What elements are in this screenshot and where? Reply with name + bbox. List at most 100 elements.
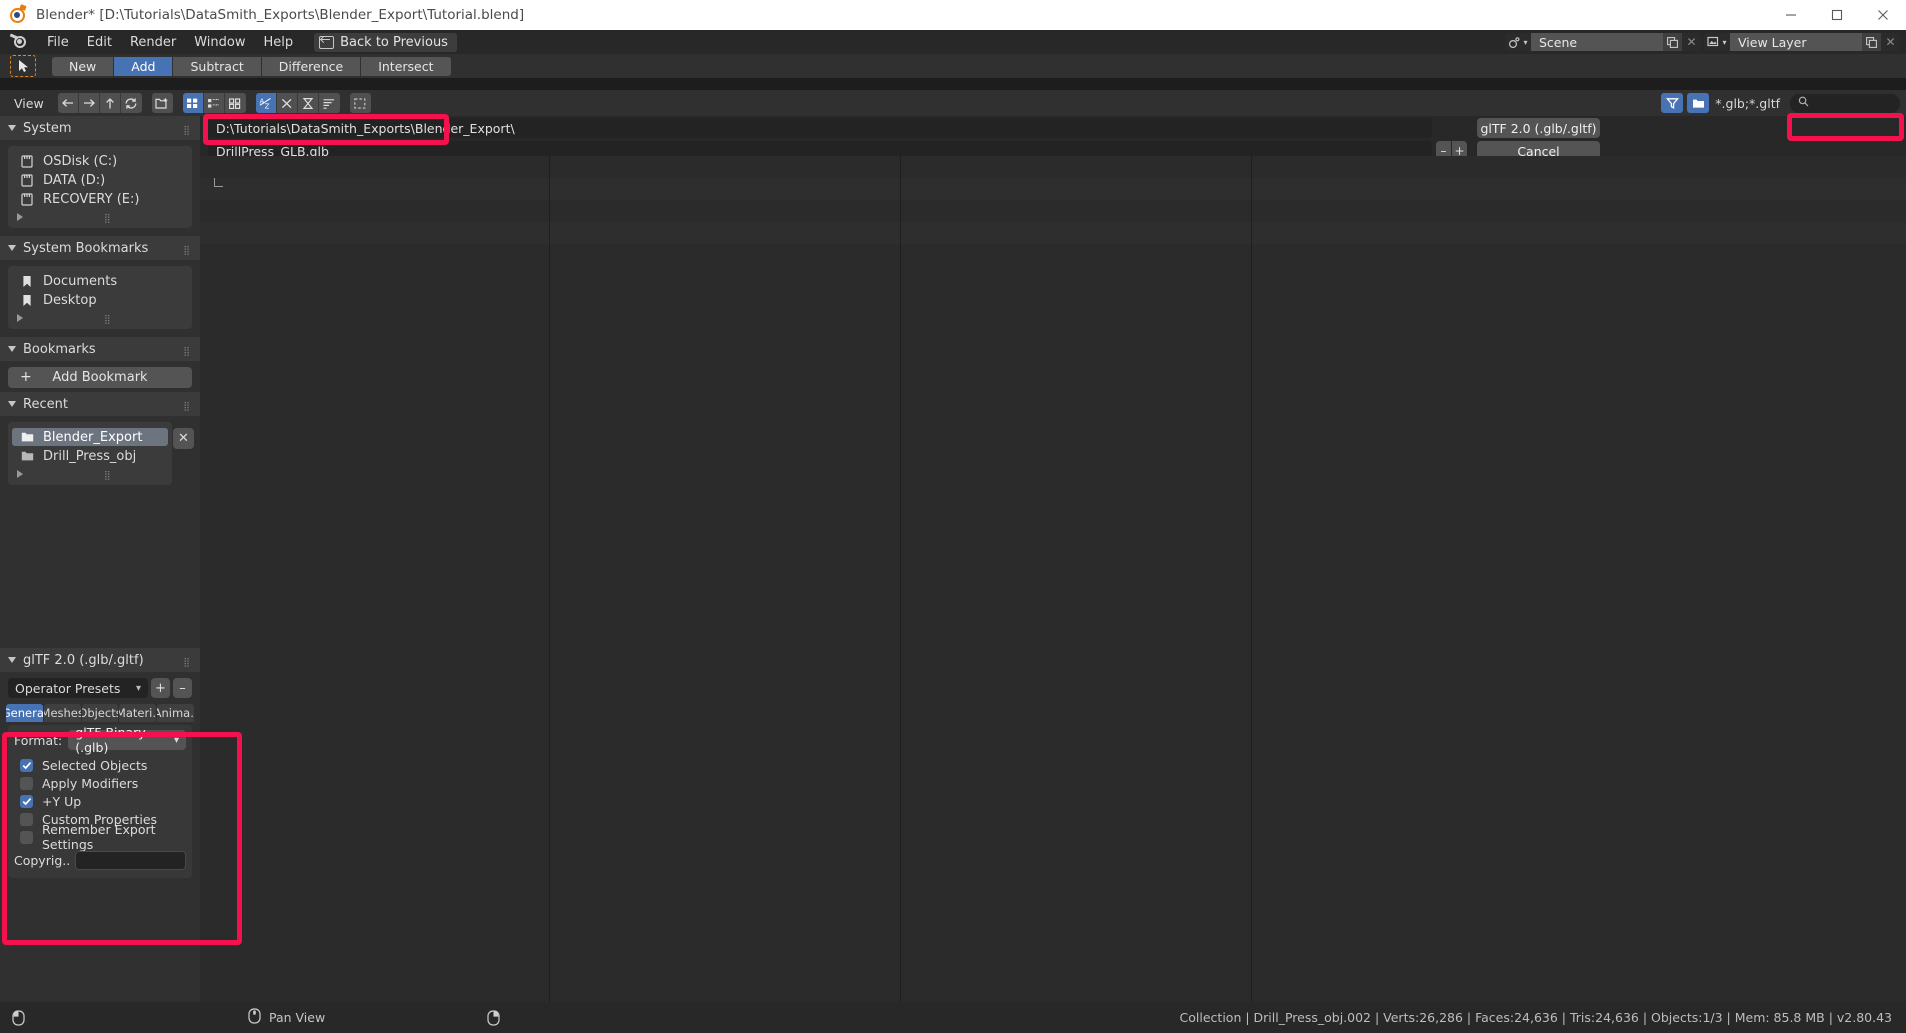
execute-export-button[interactable]: glTF 2.0 (.glb/.gltf)	[1477, 118, 1600, 138]
mouse-middle-icon	[248, 1007, 261, 1028]
view-layer-icon[interactable]: ▾	[1704, 33, 1730, 51]
filter-folders-icon[interactable]	[1687, 93, 1710, 113]
view-layer-name-field[interactable]: View Layer	[1730, 33, 1862, 51]
maximize-icon[interactable]	[1814, 0, 1860, 30]
scene-duplicate-icon[interactable]	[1663, 33, 1682, 51]
option-plus-y-up[interactable]: +Y Up	[8, 792, 192, 810]
sort-size-icon[interactable]	[318, 93, 340, 113]
display-thumbnails-icon[interactable]	[224, 93, 246, 113]
checkbox-apply-modifiers[interactable]	[20, 776, 33, 790]
system-item-recovery[interactable]: RECOVERY (E:)	[12, 190, 188, 208]
back-to-previous-button[interactable]: Back to Previous	[314, 32, 457, 52]
option-label: +Y Up	[42, 793, 82, 809]
view-layer-selector[interactable]: ▾ View Layer ✕	[1704, 33, 1900, 51]
mode-difference[interactable]: Difference	[261, 56, 362, 76]
select-cursor-tool[interactable]	[10, 55, 36, 77]
display-horizontal-list-icon[interactable]	[203, 93, 225, 113]
view-menu[interactable]: View	[14, 96, 44, 111]
system-item-osdisk[interactable]: OSDisk (C:)	[12, 152, 188, 170]
scene-unlink-icon[interactable]: ✕	[1682, 33, 1701, 51]
file-list[interactable]	[200, 156, 1906, 1002]
sort-time-icon[interactable]	[297, 93, 319, 113]
view-layer-remove-icon[interactable]: ✕	[1881, 33, 1900, 51]
checkbox-custom-properties[interactable]	[20, 812, 33, 826]
new-folder-icon[interactable]	[151, 93, 173, 113]
mode-add[interactable]: Add	[114, 56, 174, 76]
parent-directory-icon[interactable]	[99, 93, 121, 113]
drive-icon	[20, 154, 34, 168]
recent-panel-resize[interactable]: ⣿	[8, 466, 172, 482]
format-row: Format: glTF Binary (.glb) ▾	[14, 725, 186, 755]
recent-item-drill-press-obj[interactable]: Drill_Press_obj	[12, 447, 168, 465]
bookmarks-panel-title: Bookmarks	[23, 341, 96, 357]
bookmark-icon	[20, 274, 34, 288]
file-list-corner-marker	[214, 178, 223, 187]
system-bookmarks-panel-header[interactable]: System Bookmarks ⣿	[0, 236, 200, 260]
bookmark-item-documents[interactable]: Documents	[12, 272, 188, 290]
create-directory-group[interactable]	[151, 93, 173, 113]
filter-funnel-icon[interactable]	[1661, 93, 1684, 113]
system-panel-header[interactable]: System ⣿	[0, 116, 200, 140]
scene-selector[interactable]: ▾ Scene ✕	[1505, 33, 1701, 51]
recent-item-blender-export[interactable]: Blender_Export	[12, 428, 168, 446]
add-bookmark-button[interactable]: + Add Bookmark	[8, 367, 192, 388]
menu-render[interactable]: Render	[121, 33, 185, 52]
tab-objects[interactable]: Objects	[81, 704, 119, 722]
display-mode-group[interactable]	[182, 93, 246, 113]
option-remember-export-settings[interactable]: Remember Export Settings	[8, 822, 192, 852]
format-select[interactable]: glTF Binary (.glb) ▾	[68, 725, 186, 755]
clear-recent-button[interactable]: ✕	[173, 428, 194, 449]
scene-icon[interactable]: ▾	[1505, 33, 1531, 51]
sort-group[interactable]: AZ	[255, 93, 340, 113]
scene-name-field[interactable]: Scene	[1531, 33, 1663, 51]
menu-window[interactable]: Window	[185, 33, 254, 52]
copyright-input[interactable]	[75, 850, 186, 870]
refresh-icon[interactable]	[120, 93, 142, 113]
recent-panel-header[interactable]: Recent ⣿	[0, 392, 200, 416]
checkbox-plus-y-up[interactable]	[20, 794, 33, 808]
boolean-mode-group[interactable]: New Add Subtract Difference Intersect	[52, 56, 451, 76]
bookmarks-panel-header[interactable]: Bookmarks ⣿	[0, 337, 200, 361]
sort-extension-icon[interactable]	[276, 93, 298, 113]
tab-materials[interactable]: Materi..	[119, 704, 157, 722]
menu-file[interactable]: File	[38, 33, 78, 52]
grip-icon: ⣿	[183, 126, 191, 136]
tab-animation[interactable]: Anima..	[157, 704, 194, 722]
system-panel-resize[interactable]: ⣿	[8, 209, 192, 225]
pan-view-hint: Pan View	[248, 1007, 325, 1028]
gltf-panel-title: glTF 2.0 (.glb/.gltf)	[23, 652, 144, 668]
bookmark-item-desktop[interactable]: Desktop	[12, 291, 188, 309]
system-item-data[interactable]: DATA (D:)	[12, 171, 188, 189]
minimize-icon[interactable]	[1768, 0, 1814, 30]
operator-presets-row: Operator Presets ▾ + –	[8, 678, 192, 698]
back-icon[interactable]	[57, 93, 79, 113]
tab-meshes[interactable]: Meshes	[43, 704, 81, 722]
system-bookmarks-panel-resize[interactable]: ⣿	[8, 310, 192, 326]
option-apply-modifiers[interactable]: Apply Modifiers	[8, 774, 192, 792]
tab-general[interactable]: General	[6, 704, 43, 722]
display-vertical-list-icon[interactable]	[182, 93, 204, 113]
navigation-buttons[interactable]	[57, 93, 142, 113]
filter-toggle-group[interactable]	[349, 93, 371, 113]
gltf-panel-header[interactable]: glTF 2.0 (.glb/.gltf) ⣿	[0, 648, 200, 672]
forward-icon[interactable]	[78, 93, 100, 113]
view-layer-duplicate-icon[interactable]	[1862, 33, 1881, 51]
add-preset-button[interactable]: +	[151, 678, 170, 698]
search-input[interactable]	[1790, 93, 1900, 113]
hidden-files-icon[interactable]	[349, 93, 371, 113]
window-controls	[1768, 0, 1906, 30]
menu-edit[interactable]: Edit	[78, 33, 121, 52]
menu-help[interactable]: Help	[255, 33, 303, 52]
checkbox-selected-objects[interactable]	[20, 758, 33, 772]
operator-presets-select[interactable]: Operator Presets ▾	[8, 678, 148, 698]
drive-icon	[20, 192, 34, 206]
remove-preset-button[interactable]: –	[173, 678, 192, 698]
mode-intersect[interactable]: Intersect	[361, 56, 451, 76]
mode-new[interactable]: New	[52, 56, 115, 76]
directory-path-input[interactable]: D:\Tutorials\DataSmith_Exports\Blender_E…	[208, 118, 1432, 138]
mode-subtract[interactable]: Subtract	[173, 56, 262, 76]
close-icon[interactable]	[1860, 0, 1906, 30]
option-selected-objects[interactable]: Selected Objects	[8, 756, 192, 774]
sort-alphabetical-icon[interactable]: AZ	[255, 93, 277, 113]
checkbox-remember-export-settings[interactable]	[20, 830, 33, 844]
